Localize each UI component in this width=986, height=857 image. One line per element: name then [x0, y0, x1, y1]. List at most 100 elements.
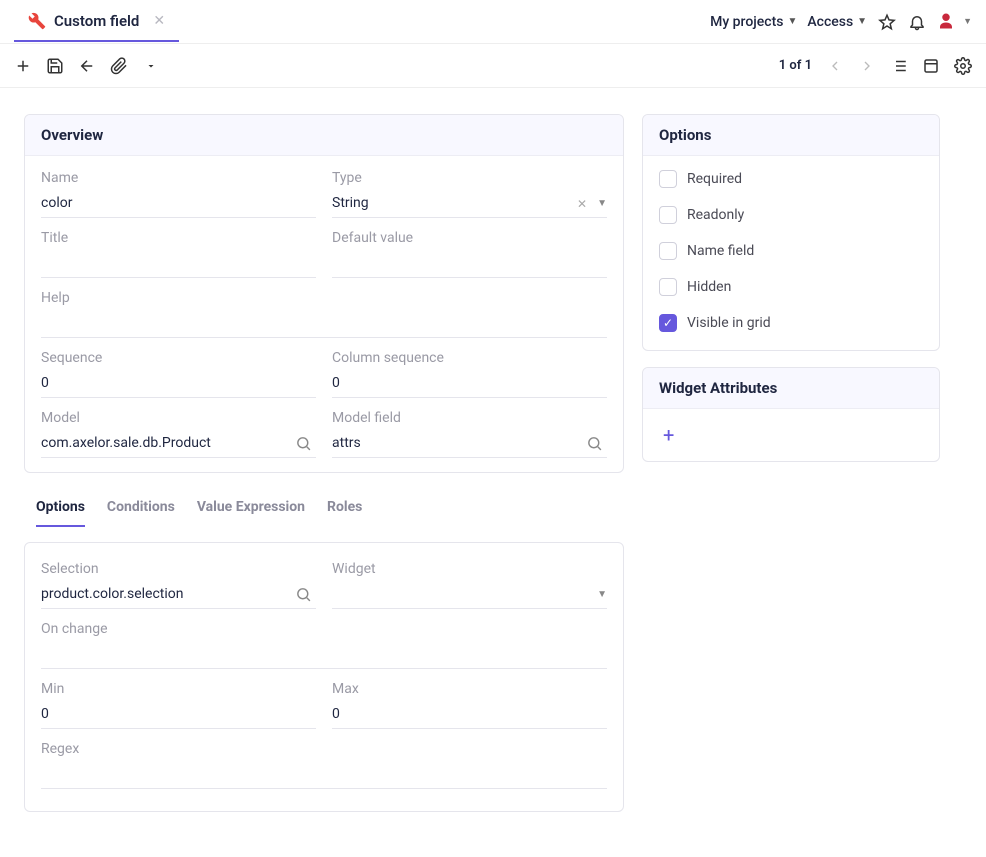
pager-prev[interactable] [826, 57, 844, 75]
field-regex: Regex [41, 741, 607, 789]
attach-button[interactable] [110, 57, 128, 75]
default-input[interactable] [332, 250, 607, 278]
widget-attributes-panel: Widget Attributes + [642, 367, 940, 462]
default-label: Default value [332, 230, 607, 246]
bell-icon[interactable] [907, 12, 927, 32]
tab-custom-field[interactable]: Custom field ✕ [14, 2, 179, 42]
name-value: color [41, 193, 316, 215]
min-label: Min [41, 681, 316, 697]
settings-button[interactable] [954, 57, 972, 75]
sequence-input[interactable]: 0 [41, 370, 316, 398]
overview-panel-title: Overview [25, 115, 623, 156]
search-icon[interactable] [291, 435, 316, 452]
widget-select[interactable]: ▼ [332, 581, 607, 609]
max-value: 0 [332, 704, 607, 726]
tab-roles[interactable]: Roles [327, 489, 362, 527]
min-input[interactable]: 0 [41, 701, 316, 729]
checkbox-required[interactable] [659, 170, 677, 188]
my-projects-menu[interactable]: My projects ▼ [710, 14, 797, 30]
model-value: com.axelor.sale.db.Product [41, 433, 291, 455]
title-label: Title [41, 230, 316, 246]
list-view-button[interactable] [890, 57, 908, 75]
check-icon: ✓ [663, 317, 673, 329]
side-column: Options Required Readonly Name field Hid… [642, 114, 940, 478]
type-select[interactable]: String ✕ ▼ [332, 190, 607, 218]
selection-label: Selection [41, 561, 316, 577]
tab-bar: Custom field ✕ My projects ▼ Access ▼ ▼ [0, 0, 986, 44]
pager-label: 1 of 1 [779, 58, 812, 73]
type-label: Type [332, 170, 607, 186]
label-visible-in-grid: Visible in grid [687, 315, 771, 331]
label-namefield: Name field [687, 243, 754, 259]
inner-tabs: Options Conditions Value Expression Role… [24, 489, 624, 528]
label-hidden: Hidden [687, 279, 731, 295]
field-title: Title [41, 230, 316, 278]
max-input[interactable]: 0 [332, 701, 607, 729]
pager-next[interactable] [858, 57, 876, 75]
field-default-value: Default value [332, 230, 607, 278]
help-value [41, 313, 607, 335]
wrench-icon [28, 12, 46, 30]
field-model-field: Model field attrs [332, 410, 607, 458]
field-min: Min 0 [41, 681, 316, 729]
new-button[interactable] [14, 57, 32, 75]
access-menu[interactable]: Access ▼ [807, 14, 867, 30]
toolbar-left [14, 57, 160, 75]
max-label: Max [332, 681, 607, 697]
chevron-down-icon[interactable]: ▼ [593, 198, 607, 209]
row-hidden: Hidden [659, 278, 923, 296]
search-icon[interactable] [582, 435, 607, 452]
field-name: Name color [41, 170, 316, 218]
checkbox-visible-in-grid[interactable]: ✓ [659, 314, 677, 332]
row-visible-in-grid: ✓ Visible in grid [659, 314, 923, 332]
min-value: 0 [41, 704, 316, 726]
widget-attrs-title: Widget Attributes [643, 368, 939, 409]
search-icon[interactable] [291, 586, 316, 603]
overview-panel: Overview Name color Type String ✕ [24, 114, 624, 473]
modelfield-input[interactable]: attrs [332, 430, 607, 458]
options-tab-panel: Selection product.color.selection Widget… [24, 542, 624, 812]
checkbox-hidden[interactable] [659, 278, 677, 296]
colseq-value: 0 [332, 373, 607, 395]
add-widget-attr-button[interactable]: + [659, 419, 678, 451]
onchange-input[interactable] [41, 641, 607, 669]
tab-bar-right: My projects ▼ Access ▼ ▼ [710, 12, 972, 32]
clear-icon[interactable]: ✕ [577, 197, 593, 211]
caret-down-icon: ▼ [787, 16, 797, 27]
save-button[interactable] [46, 57, 64, 75]
label-readonly: Readonly [687, 207, 744, 223]
user-icon[interactable] [937, 12, 957, 32]
tab-value-expression[interactable]: Value Expression [197, 489, 305, 527]
selection-value: product.color.selection [41, 584, 291, 606]
title-input[interactable] [41, 250, 316, 278]
default-value-value [332, 253, 607, 275]
access-label: Access [807, 14, 853, 30]
form-view-button[interactable] [922, 57, 940, 75]
checkbox-namefield[interactable] [659, 242, 677, 260]
star-icon[interactable] [877, 12, 897, 32]
field-model: Model com.axelor.sale.db.Product [41, 410, 316, 458]
sequence-value: 0 [41, 373, 316, 395]
options-panel: Options Required Readonly Name field Hid… [642, 114, 940, 351]
regex-input[interactable] [41, 761, 607, 789]
my-projects-label: My projects [710, 14, 783, 30]
name-label: Name [41, 170, 316, 186]
title-value [41, 253, 316, 275]
tab-options[interactable]: Options [36, 489, 85, 527]
checkbox-readonly[interactable] [659, 206, 677, 224]
user-caret-icon[interactable]: ▼ [963, 16, 972, 27]
name-input[interactable]: color [41, 190, 316, 218]
field-type: Type String ✕ ▼ [332, 170, 607, 218]
more-dropdown[interactable] [142, 57, 160, 75]
colseq-input[interactable]: 0 [332, 370, 607, 398]
tab-close-icon[interactable]: ✕ [153, 13, 165, 29]
tab-conditions[interactable]: Conditions [107, 489, 175, 527]
model-input[interactable]: com.axelor.sale.db.Product [41, 430, 316, 458]
chevron-down-icon[interactable]: ▼ [593, 589, 607, 600]
help-input[interactable] [41, 310, 607, 338]
back-button[interactable] [78, 57, 96, 75]
selection-input[interactable]: product.color.selection [41, 581, 316, 609]
type-value: String [332, 193, 577, 215]
caret-down-icon: ▼ [857, 16, 867, 27]
field-onchange: On change [41, 621, 607, 669]
